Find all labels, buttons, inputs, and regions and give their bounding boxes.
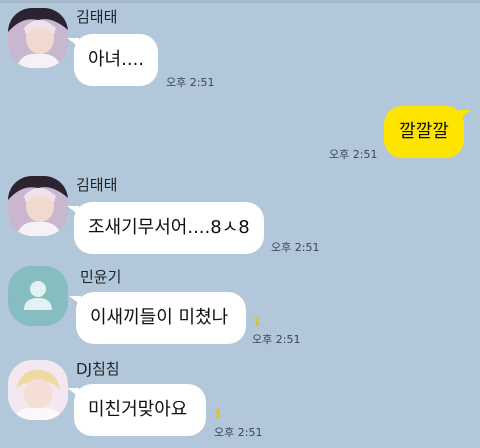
message-time: 오후 2:51 <box>329 148 378 161</box>
avatar[interactable] <box>8 266 68 326</box>
message-time: 오후 2:51 <box>252 333 301 346</box>
profile-photo-icon <box>8 360 68 420</box>
message-bubble-sent[interactable]: 깔깔깔 <box>384 106 471 158</box>
sender-name: 김태태 <box>76 176 118 194</box>
message-time: 오후 2:51 <box>166 76 215 89</box>
message-bubble[interactable]: 조새기무서어....8ㅅ8 <box>67 202 264 254</box>
profile-photo-icon <box>8 8 68 68</box>
unread-count: 1 <box>214 408 222 421</box>
message-time: 오후 2:51 <box>214 426 263 439</box>
message-bubble[interactable]: 아녀.... <box>67 34 158 86</box>
avatar[interactable] <box>8 360 68 420</box>
avatar[interactable] <box>8 176 68 236</box>
avatar[interactable] <box>8 8 68 68</box>
profile-photo-icon <box>8 176 68 236</box>
top-edge <box>0 0 480 3</box>
default-person-icon <box>8 266 68 326</box>
sender-name: 민윤기 <box>80 268 122 286</box>
message-bubble[interactable]: 이새끼들이 미쳤나 <box>69 292 246 344</box>
sender-name: 김태태 <box>76 8 118 26</box>
message-bubble[interactable]: 미친거맞아요 <box>67 384 206 436</box>
message-time: 오후 2:51 <box>271 241 320 254</box>
unread-count: 1 <box>253 316 261 329</box>
sender-name: DJ침침 <box>76 360 120 378</box>
